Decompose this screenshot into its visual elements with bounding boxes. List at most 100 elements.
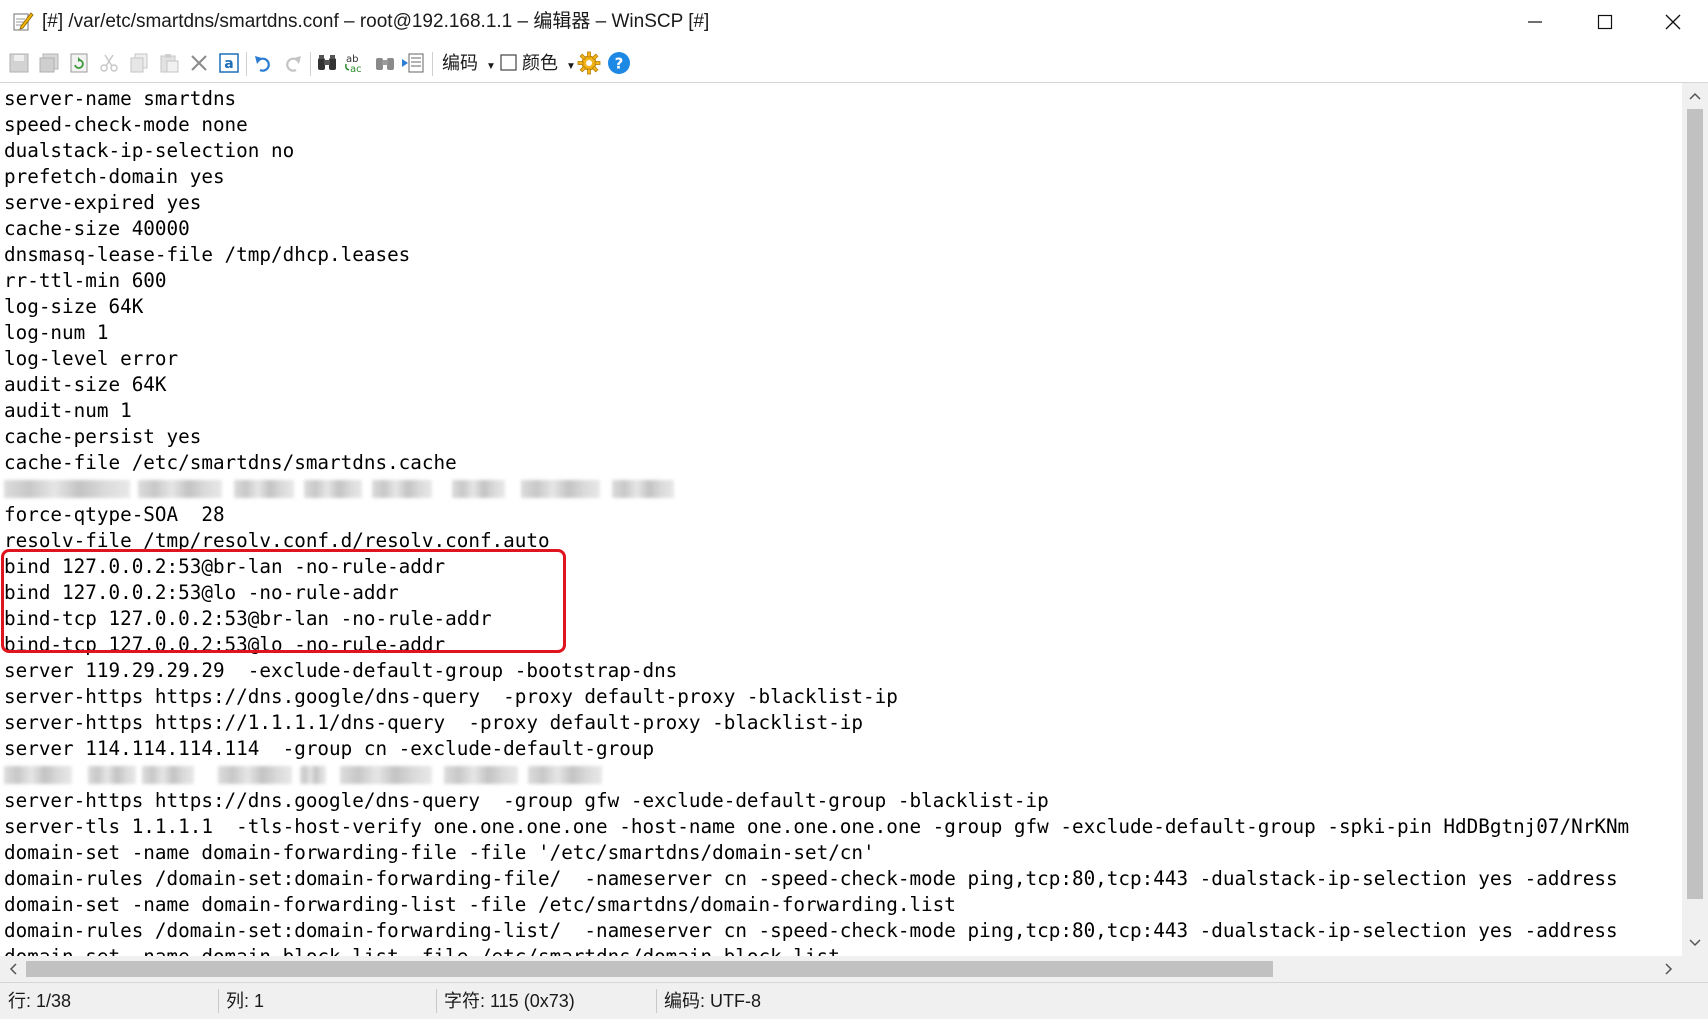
gear-icon — [577, 51, 601, 75]
scroll-right-button[interactable] — [1656, 956, 1682, 982]
go-to-line-button[interactable] — [400, 50, 426, 76]
editor-line: log-level error — [4, 347, 179, 370]
editor-line: dualstack-ip-selection no — [4, 139, 295, 162]
editor-line: audit-size 64K — [4, 373, 167, 396]
replace-icon: abac — [345, 54, 362, 75]
close-icon — [1665, 14, 1681, 30]
redo-button[interactable] — [280, 50, 306, 76]
editor-line: server 119.29.29.29 -exclude-default-gro… — [4, 659, 678, 682]
delete-button[interactable] — [186, 50, 212, 76]
find-next-button[interactable] — [372, 50, 398, 76]
editor-line: domain-rules /domain-set:domain-forwardi… — [4, 867, 1618, 890]
redacted-text — [304, 480, 362, 498]
select-all-icon: a — [219, 53, 239, 73]
chevron-left-icon — [9, 963, 17, 975]
editor-line: rr-ttl-min 600 — [4, 269, 167, 292]
horizontal-scrollbar[interactable] — [0, 956, 1682, 982]
editor-app-icon — [12, 10, 34, 32]
paste-button[interactable] — [156, 50, 182, 76]
undo-button[interactable] — [250, 50, 276, 76]
redacted-text — [4, 480, 130, 498]
editor-line: speed-check-mode none — [4, 113, 248, 136]
horizontal-scroll-thumb[interactable] — [26, 961, 1273, 977]
editor-line: cache-size 40000 — [4, 217, 190, 240]
color-label: 颜色 — [522, 53, 558, 73]
redacted-text — [234, 480, 294, 498]
checkbox-icon — [500, 54, 517, 71]
save-button[interactable] — [6, 50, 32, 76]
preferences-button[interactable] — [576, 50, 602, 76]
editor-line: force-qtype-SOA 28 — [4, 503, 225, 526]
delete-icon — [191, 55, 207, 71]
color-checkbox[interactable] — [496, 50, 522, 76]
status-separator — [436, 989, 437, 1013]
toolbar-separator — [246, 52, 247, 76]
status-char: 字符: 115 (0x73) — [444, 991, 575, 1011]
redacted-text — [521, 480, 600, 498]
redacted-text — [4, 766, 72, 784]
select-all-button[interactable]: a — [216, 50, 242, 76]
maximize-button[interactable] — [1570, 0, 1640, 44]
editor-line: dnsmasq-lease-file /tmp/dhcp.leases — [4, 243, 411, 266]
editor-line: bind 127.0.0.2:53@br-lan -no-rule-addr — [4, 555, 446, 578]
editor-line: audit-num 1 — [4, 399, 132, 422]
redacted-text — [528, 766, 602, 784]
editor-line: server-https https://dns.google/dns-quer… — [4, 685, 898, 708]
editor-line: bind-tcp 127.0.0.2:53@lo -no-rule-addr — [4, 633, 446, 656]
scroll-down-button[interactable] — [1682, 930, 1708, 956]
editor-line: server-https https://1.1.1.1/dns-query -… — [4, 711, 864, 734]
reload-button[interactable] — [66, 50, 92, 76]
close-button[interactable] — [1638, 0, 1708, 44]
encoding-dropdown[interactable]: 编码 ▼ — [442, 44, 496, 82]
reload-icon — [70, 53, 88, 73]
redacted-text — [444, 766, 518, 784]
toolbar-separator — [310, 52, 311, 76]
redacted-text — [612, 480, 674, 498]
vertical-scrollbar[interactable] — [1682, 83, 1708, 956]
status-column: 列: 1 — [226, 991, 265, 1011]
editor-line: log-size 64K — [4, 295, 144, 318]
redacted-text — [372, 480, 432, 498]
toolbar: a ab ac 编码 ▼ 颜色 ▼ ? — [0, 44, 1708, 83]
help-button[interactable]: ? — [606, 50, 632, 76]
chevron-down-icon — [1689, 939, 1701, 947]
status-encoding: 编码: UTF-8 — [664, 991, 761, 1011]
redacted-text — [340, 766, 432, 784]
color-dropdown[interactable]: 颜色 ▼ — [522, 44, 576, 82]
maximize-icon — [1597, 14, 1613, 30]
editor-line: server-tls 1.1.1.1 -tls-host-verify one.… — [4, 815, 1630, 838]
minimize-button[interactable] — [1500, 0, 1570, 44]
window-title: [#] /var/etc/smartdns/smartdns.conf – ro… — [42, 11, 710, 32]
chevron-up-icon — [1689, 92, 1701, 100]
copy-icon — [130, 53, 148, 73]
editor-line: server-name smartdns — [4, 87, 237, 110]
scroll-left-button[interactable] — [0, 956, 26, 982]
editor-line: domain-set -name domain-forwarding-list … — [4, 893, 956, 916]
editor-line: domain-set -name domain-forwarding-file … — [4, 841, 875, 864]
redacted-text — [218, 766, 292, 784]
chevron-down-icon: ▼ — [566, 61, 576, 72]
title-bar: [#] /var/etc/smartdns/smartdns.conf – ro… — [0, 0, 1708, 45]
status-separator — [656, 989, 657, 1013]
save-all-button[interactable] — [36, 50, 62, 76]
copy-button[interactable] — [126, 50, 152, 76]
undo-icon — [255, 56, 270, 72]
encoding-label: 编码 — [442, 53, 478, 73]
cut-icon — [100, 54, 118, 72]
svg-text:a: a — [224, 56, 233, 72]
editor-line: cache-persist yes — [4, 425, 202, 448]
redacted-text — [300, 766, 326, 784]
replace-button[interactable]: ab ac — [342, 50, 368, 76]
find-button[interactable] — [314, 50, 340, 76]
text-editor[interactable]: server-name smartdns speed-check-mode non… — [0, 83, 1682, 956]
editor-line: log-num 1 — [4, 321, 109, 344]
redo-icon — [286, 56, 301, 72]
editor-line: server-https https://dns.google/dns-quer… — [4, 789, 1049, 812]
paste-icon — [160, 54, 179, 73]
vertical-scroll-thumb[interactable] — [1687, 109, 1703, 899]
cut-button[interactable] — [96, 50, 122, 76]
editor-line: serve-expired yes — [4, 191, 202, 214]
status-separator — [218, 989, 219, 1013]
status-bar: 行: 1/38 列: 1 字符: 115 (0x73) 编码: UTF-8 — [0, 982, 1708, 1019]
scroll-up-button[interactable] — [1682, 83, 1708, 109]
